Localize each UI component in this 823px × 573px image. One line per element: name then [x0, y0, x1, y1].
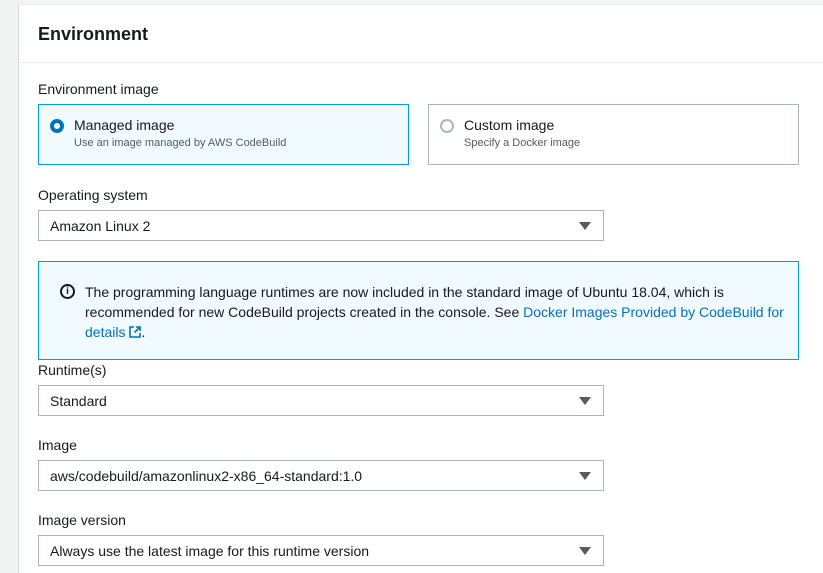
custom-image-option[interactable]: Custom image Specify a Docker image	[428, 104, 799, 165]
image-value: aws/codebuild/amazonlinux2-x86_64-standa…	[50, 468, 363, 484]
managed-image-title: Managed image	[74, 117, 175, 133]
custom-image-title: Custom image	[464, 117, 555, 133]
custom-image-description: Specify a Docker image	[464, 137, 581, 149]
info-alert-suffix: .	[141, 324, 146, 340]
caret-down-icon	[579, 547, 591, 555]
operating-system-value: Amazon Linux 2	[50, 218, 151, 234]
image-version-label: Image version	[38, 512, 126, 528]
info-icon: i	[60, 284, 75, 299]
image-select[interactable]: aws/codebuild/amazonlinux2-x86_64-standa…	[38, 460, 604, 491]
image-version-select[interactable]: Always use the latest image for this run…	[38, 535, 604, 566]
external-link-icon	[129, 326, 142, 338]
info-alert: i The programming language runtimes are …	[38, 261, 799, 360]
image-label: Image	[38, 437, 77, 453]
managed-image-radio[interactable]	[50, 119, 64, 133]
custom-image-radio[interactable]	[440, 119, 454, 133]
panel-header: Environment	[19, 5, 823, 63]
runtime-label: Runtime(s)	[38, 362, 107, 378]
caret-down-icon	[579, 397, 591, 405]
operating-system-label: Operating system	[38, 187, 148, 203]
environment-image-label: Environment image	[38, 81, 159, 97]
image-version-value: Always use the latest image for this run…	[50, 543, 370, 559]
runtime-value: Standard	[50, 393, 107, 409]
environment-panel: Environment Environment image Managed im…	[18, 4, 823, 573]
panel-title: Environment	[38, 24, 149, 44]
caret-down-icon	[579, 472, 591, 480]
info-alert-text: The programming language runtimes are no…	[85, 282, 785, 342]
managed-image-option[interactable]: Managed image Use an image managed by AW…	[38, 104, 409, 165]
managed-image-description: Use an image managed by AWS CodeBuild	[74, 137, 287, 149]
operating-system-select[interactable]: Amazon Linux 2	[38, 210, 604, 241]
runtime-select[interactable]: Standard	[38, 385, 604, 416]
caret-down-icon	[579, 222, 591, 230]
